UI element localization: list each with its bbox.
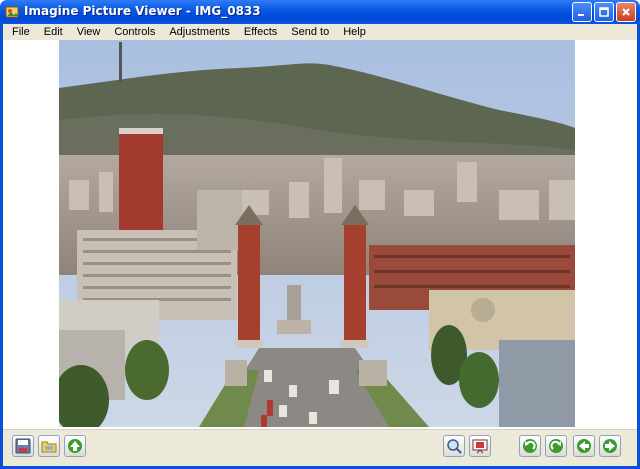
minimize-button[interactable] (572, 2, 592, 22)
zoom-icon (447, 439, 462, 454)
rotate-right-icon (549, 439, 563, 453)
zoom-button[interactable] (443, 435, 465, 457)
window-controls (572, 2, 636, 22)
close-icon (622, 8, 630, 16)
slideshow-button[interactable] (469, 435, 491, 457)
bottom-toolbar (3, 429, 637, 466)
menu-help[interactable]: Help (336, 24, 373, 40)
menu-bar: File Edit View Controls Adjustments Effe… (3, 24, 637, 40)
rotate-left-icon (523, 439, 537, 453)
previous-button[interactable] (573, 435, 595, 457)
next-icon (603, 439, 617, 453)
rotate-right-button[interactable] (545, 435, 567, 457)
menu-effects[interactable]: Effects (237, 24, 284, 40)
menu-adjustments[interactable]: Adjustments (162, 24, 237, 40)
up-button[interactable] (64, 435, 86, 457)
minimize-icon (578, 14, 584, 16)
maximize-button[interactable] (594, 2, 614, 22)
menu-file[interactable]: File (3, 24, 37, 40)
open-folder-icon (41, 441, 57, 453)
save-button[interactable] (12, 435, 34, 457)
menu-view[interactable]: View (70, 24, 108, 40)
rotate-left-button[interactable] (519, 435, 541, 457)
app-icon[interactable] (5, 5, 19, 19)
menu-edit[interactable]: Edit (37, 24, 70, 40)
displayed-photo[interactable] (59, 40, 575, 427)
menu-controls[interactable]: Controls (107, 24, 162, 40)
next-button[interactable] (599, 435, 621, 457)
menu-send-to[interactable]: Send to (284, 24, 336, 40)
save-icon (15, 438, 31, 454)
title-bar[interactable]: Imagine Picture Viewer - IMG_0833 (0, 0, 640, 24)
open-folder-button[interactable] (38, 435, 60, 457)
slideshow-icon (472, 439, 488, 454)
up-arrow-icon (68, 439, 82, 453)
app-window: Imagine Picture Viewer - IMG_0833 File E… (0, 0, 640, 469)
close-button[interactable] (616, 2, 636, 22)
image-viewport[interactable] (3, 40, 637, 429)
maximize-icon (599, 7, 609, 17)
previous-icon (577, 439, 591, 453)
window-title: Imagine Picture Viewer - IMG_0833 (24, 4, 261, 18)
